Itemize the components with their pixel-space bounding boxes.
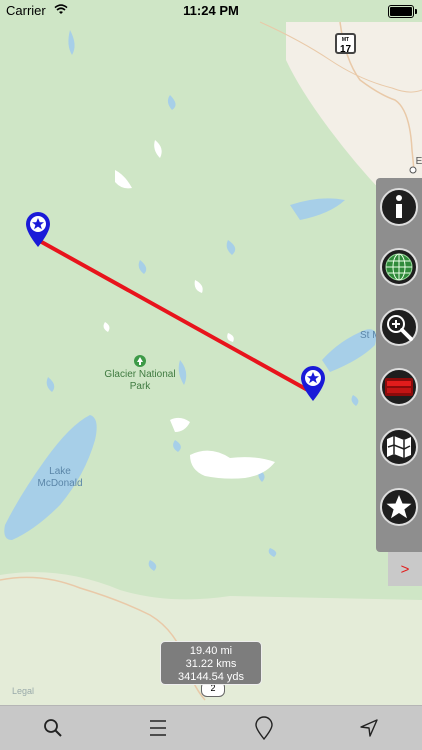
menu-button[interactable]: [138, 708, 178, 748]
collapse-panel-button[interactable]: >: [388, 552, 422, 586]
pin-button[interactable]: [244, 708, 284, 748]
distance-kms: 31.22 kms: [185, 658, 237, 670]
zoom-button[interactable]: [380, 308, 418, 346]
search-button[interactable]: [33, 708, 73, 748]
layers-button[interactable]: [380, 368, 418, 406]
search-icon: [43, 719, 62, 737]
navigate-icon: [360, 719, 378, 737]
map-type-button[interactable]: [380, 428, 418, 466]
distance-yards: 34144.54 yds: [177, 671, 245, 683]
zoom-icon: [387, 315, 413, 341]
start-pin-icon[interactable]: [24, 210, 52, 248]
info-button[interactable]: [380, 188, 418, 226]
end-pin-icon[interactable]: [299, 364, 327, 402]
edge-label: E: [415, 156, 422, 167]
layers-icon: [385, 378, 413, 396]
distance-readout: 19.40 mi 31.22 kms 34144.54 yds: [160, 641, 262, 685]
bottom-toolbar: [0, 705, 422, 750]
map-canvas[interactable]: [0, 0, 422, 705]
park-label: Glacier National Park: [104, 369, 176, 392]
legal-link[interactable]: Legal: [12, 686, 34, 696]
clock: 11:24 PM: [183, 3, 239, 18]
side-panel: [376, 178, 422, 552]
info-icon: [396, 195, 402, 218]
map-view[interactable]: Glacier National Park Lake McDonald St M…: [0, 0, 422, 705]
park-marker-icon: [134, 355, 146, 367]
map-icon: [387, 436, 411, 458]
pin-icon: [255, 716, 273, 740]
route-shield: MT 17: [335, 33, 356, 55]
battery-icon: [388, 5, 417, 18]
globe-button[interactable]: [380, 248, 418, 286]
navigate-button[interactable]: [349, 708, 389, 748]
status-bar: Carrier 11:24 PM: [0, 0, 422, 22]
distance-miles: 19.40 mi: [189, 645, 233, 657]
menu-icon: [150, 720, 167, 736]
favorites-button[interactable]: [380, 488, 418, 526]
route-shield-number: 17: [339, 44, 352, 55]
favorites-icon: [386, 495, 412, 519]
lake-label: Lake McDonald: [37, 466, 83, 489]
globe-icon: [385, 253, 413, 281]
